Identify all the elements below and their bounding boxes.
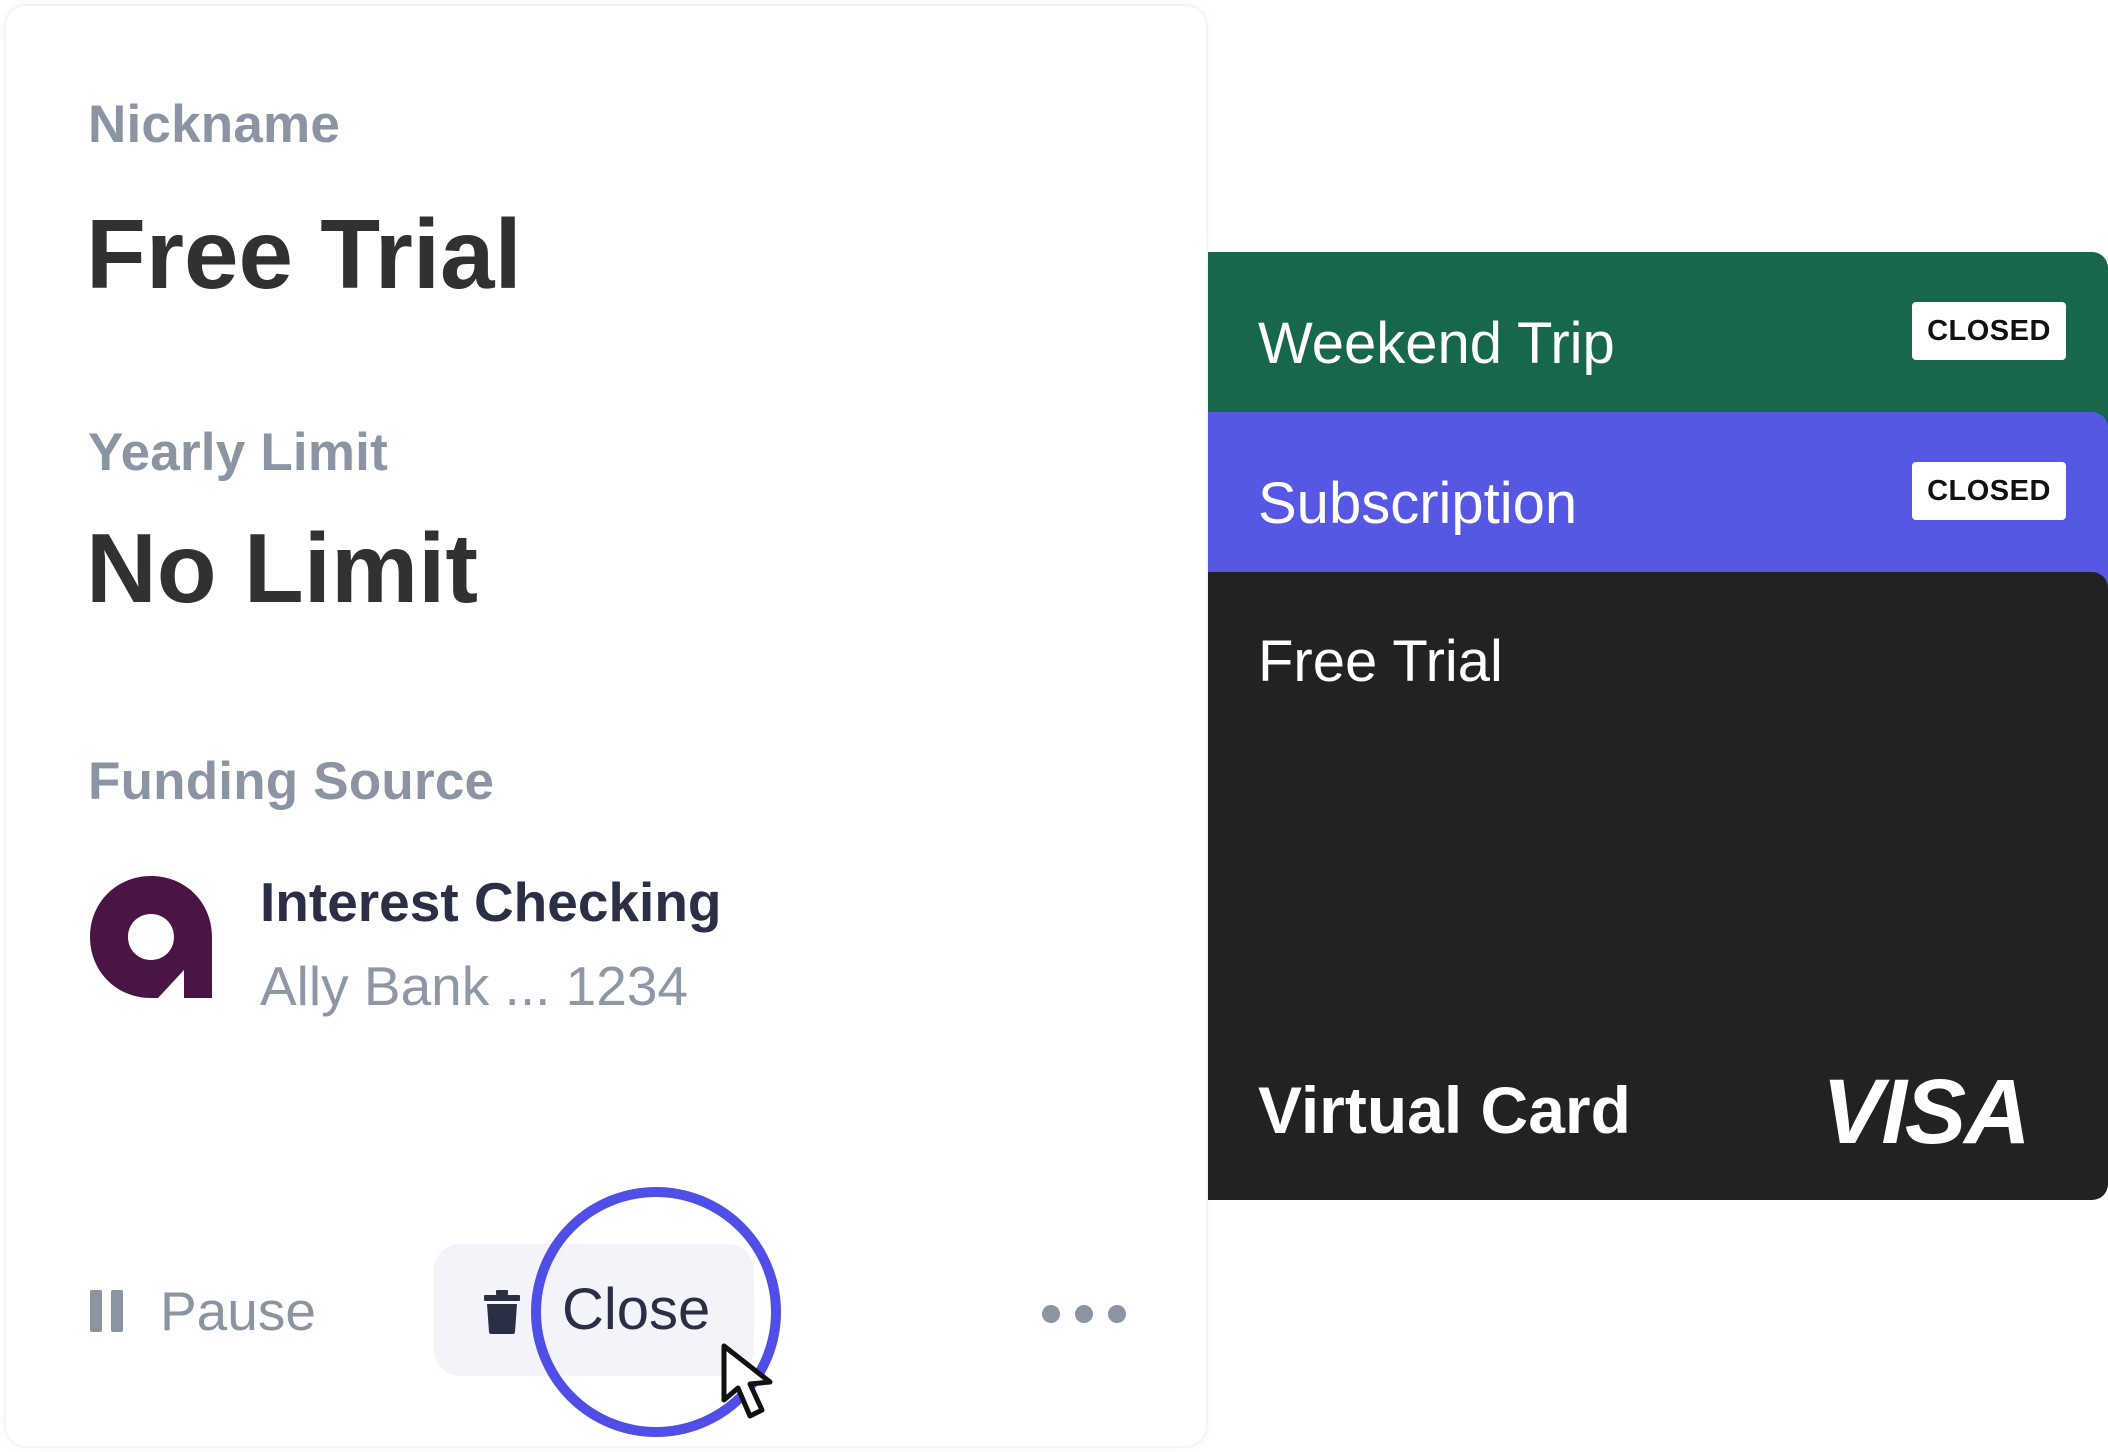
- yearly-limit-value: No Limit: [86, 513, 478, 623]
- close-label: Close: [562, 1277, 711, 1342]
- funding-account-number: Ally Bank ... 1234: [260, 955, 689, 1017]
- close-card-button[interactable]: Close: [434, 1244, 754, 1376]
- card-title: Weekend Trip: [1258, 311, 1615, 376]
- card-details-panel: Nickname Free Trial Yearly Limit No Limi…: [6, 6, 1206, 1446]
- funding-account-name: Interest Checking: [260, 871, 722, 933]
- mouse-pointer-icon: [721, 1343, 773, 1419]
- stage: Nickname Free Trial Yearly Limit No Limi…: [0, 0, 2108, 1452]
- yearly-limit-label: Yearly Limit: [88, 423, 388, 482]
- virtual-card-label: Virtual Card: [1258, 1073, 1631, 1147]
- nickname-label: Nickname: [88, 95, 341, 154]
- funding-source-label: Funding Source: [88, 752, 495, 811]
- card-title: Free Trial: [1258, 629, 1503, 694]
- card-free-trial[interactable]: Free Trial Virtual Card VISA: [1208, 572, 2108, 1200]
- more-dots-icon: [1042, 1305, 1060, 1323]
- status-badge: CLOSED: [1912, 462, 2066, 520]
- ally-bank-logo-icon: [90, 876, 212, 998]
- visa-logo-icon: VISA: [1822, 1061, 2031, 1163]
- status-badge: CLOSED: [1912, 302, 2066, 360]
- pause-button[interactable]: Pause: [90, 1276, 316, 1346]
- nickname-value: Free Trial: [86, 199, 522, 309]
- pause-label: Pause: [160, 1280, 316, 1342]
- more-options-button[interactable]: [1042, 1296, 1126, 1332]
- card-title: Subscription: [1258, 471, 1578, 536]
- pause-icon: [90, 1290, 124, 1332]
- trash-icon: [484, 1290, 520, 1334]
